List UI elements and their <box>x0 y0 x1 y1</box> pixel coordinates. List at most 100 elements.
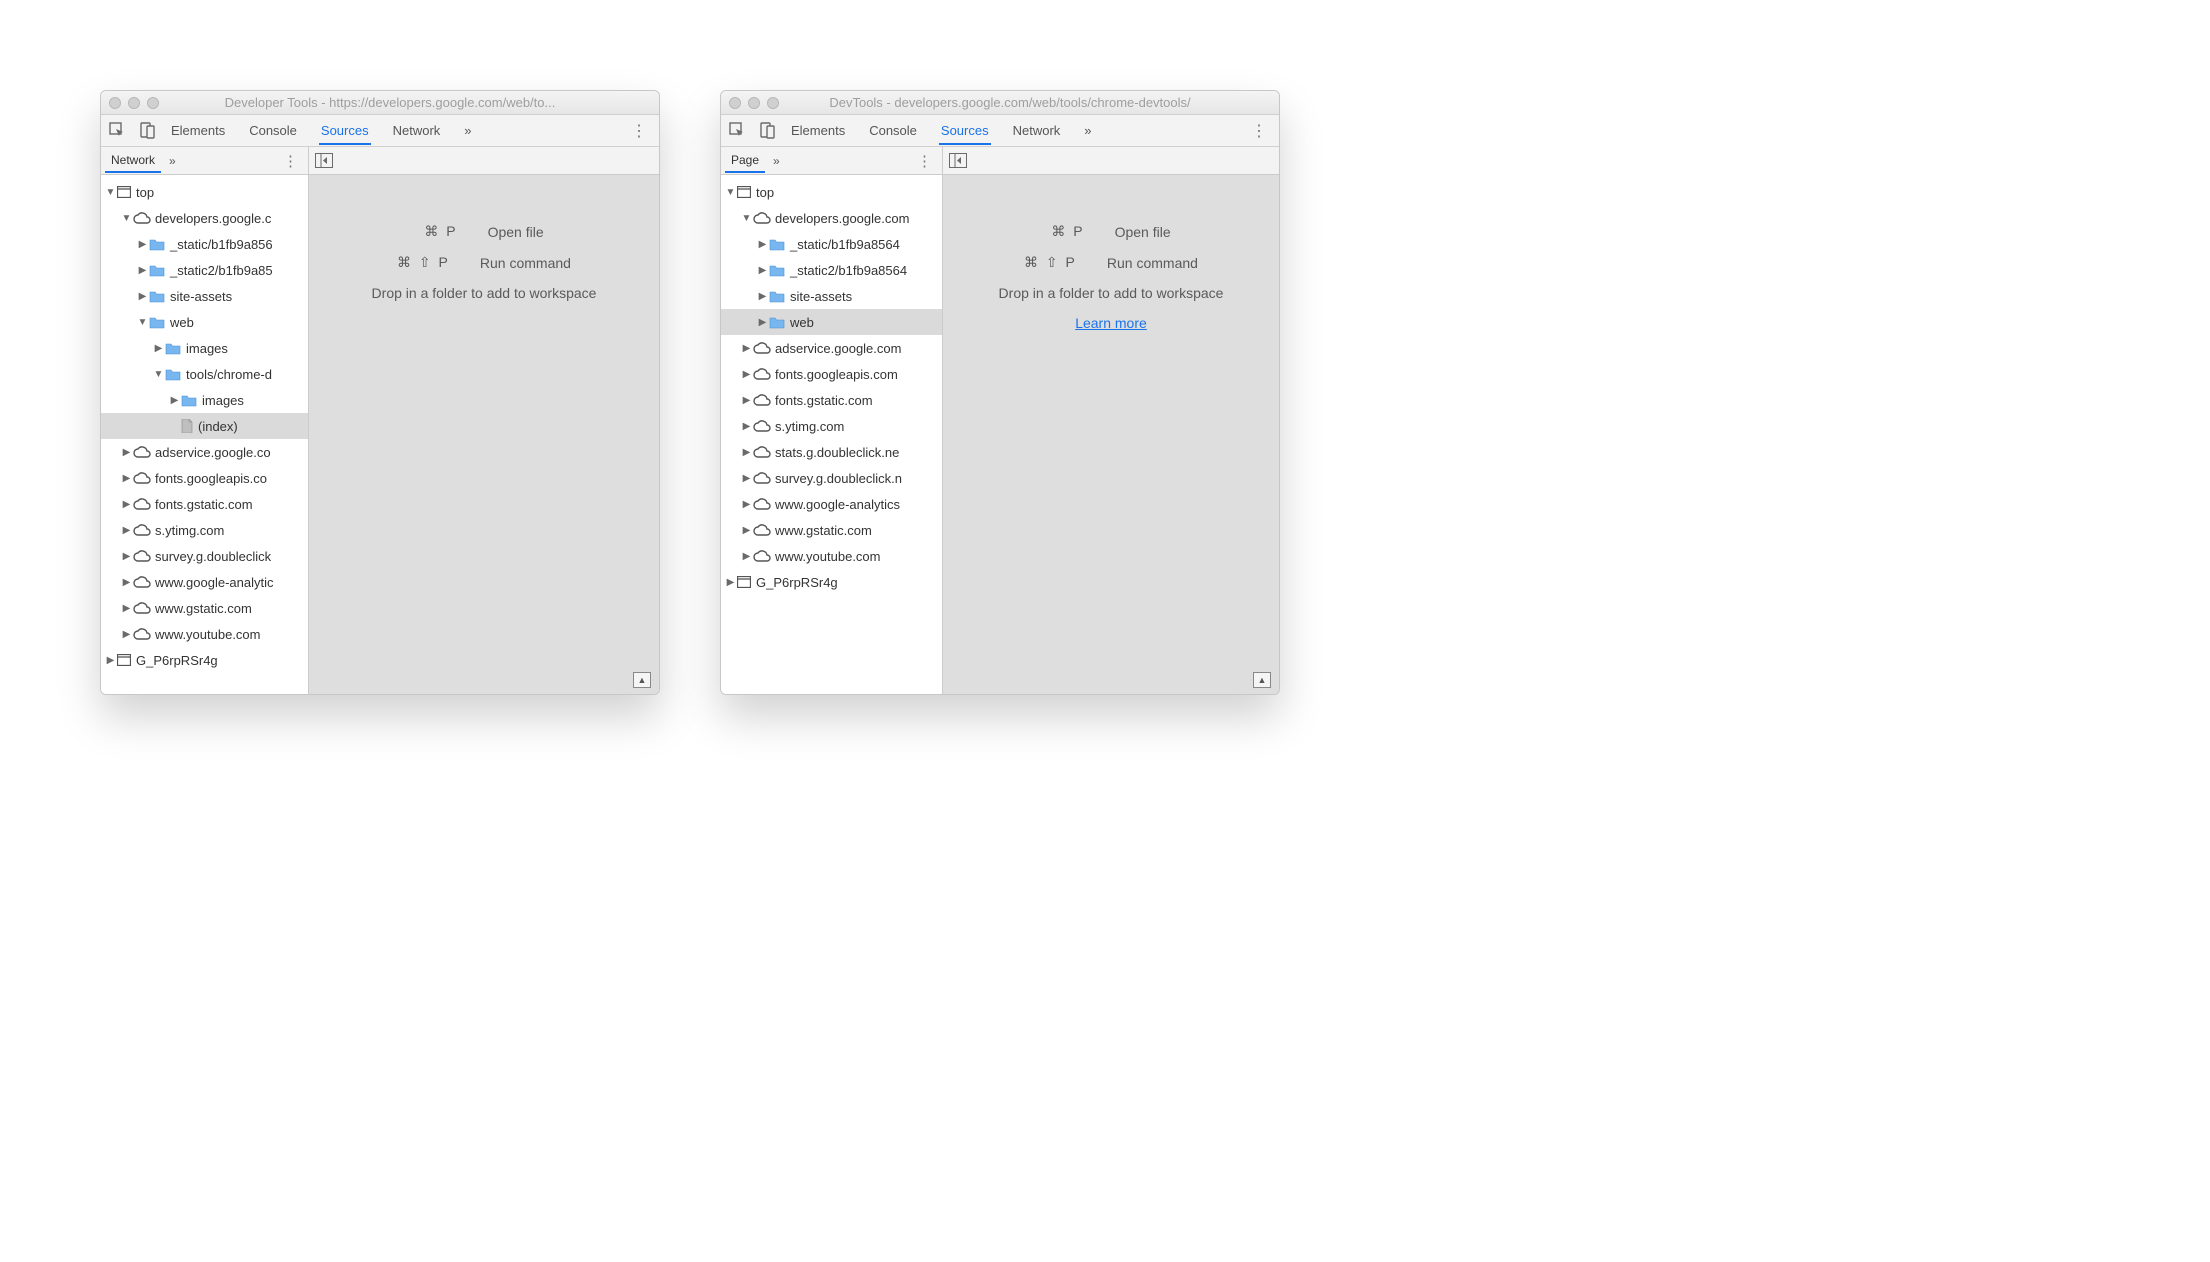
expand-arrow-icon[interactable]: ▶ <box>121 577 132 588</box>
device-icon[interactable] <box>760 122 775 139</box>
tab-elements[interactable]: Elements <box>169 117 227 144</box>
expand-arrow-icon[interactable]: ▶ <box>725 577 736 588</box>
tree-node[interactable]: ▶_static/b1fb9a8564 <box>721 231 942 257</box>
tree-node[interactable]: ▼developers.google.c <box>101 205 308 231</box>
expand-arrow-icon[interactable]: ▶ <box>121 499 132 510</box>
expand-arrow-icon[interactable]: ▶ <box>105 655 116 666</box>
expand-arrow-icon[interactable]: ▶ <box>741 499 752 510</box>
learn-more-link[interactable]: Learn more <box>1075 315 1147 331</box>
close-dot[interactable] <box>729 97 741 109</box>
tab-sources[interactable]: Sources <box>319 117 371 145</box>
expand-arrow-icon[interactable]: ▶ <box>137 265 148 276</box>
tree-node[interactable]: ▶fonts.gstatic.com <box>721 387 942 413</box>
expand-arrow-icon[interactable]: ▶ <box>121 603 132 614</box>
kebab-icon[interactable]: ⋮ <box>1247 121 1271 141</box>
expand-arrow-icon[interactable]: ▶ <box>121 551 132 562</box>
tab-network[interactable]: Network <box>1011 117 1063 144</box>
sidebar-kebab-icon[interactable]: ⋮ <box>277 152 304 170</box>
expand-arrow-icon[interactable]: ▶ <box>741 447 752 458</box>
tree-node[interactable]: ▶www.google-analytics <box>721 491 942 517</box>
sidebar-tab-more[interactable]: » <box>169 154 176 168</box>
sidebar-kebab-icon[interactable]: ⋮ <box>911 152 938 170</box>
file-tree[interactable]: ▼top▼developers.google.c▶_static/b1fb9a8… <box>101 175 308 694</box>
minimize-dot[interactable] <box>748 97 760 109</box>
tree-node[interactable]: ▶stats.g.doubleclick.ne <box>721 439 942 465</box>
drawer-toggle-icon[interactable]: ▲ <box>633 672 651 688</box>
expand-arrow-icon[interactable]: ▶ <box>741 473 752 484</box>
expand-arrow-icon[interactable]: ▼ <box>725 187 736 198</box>
tree-node[interactable]: ▼top <box>721 179 942 205</box>
tree-node[interactable]: ▶images <box>101 335 308 361</box>
sidebar-tab-more[interactable]: » <box>773 154 780 168</box>
expand-arrow-icon[interactable]: ▼ <box>153 369 164 380</box>
device-icon[interactable] <box>140 122 155 139</box>
tree-node[interactable]: ▶s.ytimg.com <box>101 517 308 543</box>
expand-arrow-icon[interactable]: ▼ <box>121 213 132 224</box>
tab-more[interactable]: » <box>1082 117 1093 144</box>
tree-node[interactable]: ▶images <box>101 387 308 413</box>
tree-node[interactable]: ▶fonts.googleapis.com <box>721 361 942 387</box>
tree-node[interactable]: ▶survey.g.doubleclick.n <box>721 465 942 491</box>
expand-arrow-icon[interactable]: ▶ <box>169 395 180 406</box>
expand-arrow-icon[interactable]: ▶ <box>121 473 132 484</box>
tree-node[interactable]: ▶www.youtube.com <box>101 621 308 647</box>
tree-node[interactable]: ▶adservice.google.com <box>721 335 942 361</box>
tab-network[interactable]: Network <box>391 117 443 144</box>
inspect-icon[interactable] <box>109 122 126 139</box>
expand-arrow-icon[interactable]: ▶ <box>741 395 752 406</box>
expand-arrow-icon[interactable]: ▶ <box>757 239 768 250</box>
tree-node[interactable]: ▶s.ytimg.com <box>721 413 942 439</box>
expand-arrow-icon[interactable]: ▶ <box>121 447 132 458</box>
file-tree[interactable]: ▼top▼developers.google.com▶_static/b1fb9… <box>721 175 942 694</box>
sidebar-tab-network[interactable]: Network <box>105 149 161 173</box>
minimize-dot[interactable] <box>128 97 140 109</box>
expand-arrow-icon[interactable]: ▶ <box>121 629 132 640</box>
tree-node[interactable]: ▶fonts.googleapis.co <box>101 465 308 491</box>
tree-node[interactable]: ▶site-assets <box>721 283 942 309</box>
tab-console[interactable]: Console <box>247 117 299 144</box>
tab-more[interactable]: » <box>462 117 473 144</box>
tree-node[interactable]: ▼tools/chrome-d <box>101 361 308 387</box>
tree-node[interactable]: ▶_static2/b1fb9a85 <box>101 257 308 283</box>
sidebar-tab-page[interactable]: Page <box>725 149 765 173</box>
tab-console[interactable]: Console <box>867 117 919 144</box>
kebab-icon[interactable]: ⋮ <box>627 121 651 141</box>
tree-node[interactable]: ▼top <box>101 179 308 205</box>
tree-node[interactable]: ▶_static2/b1fb9a8564 <box>721 257 942 283</box>
expand-arrow-icon[interactable]: ▼ <box>105 187 116 198</box>
tree-node[interactable]: ▼web <box>101 309 308 335</box>
tree-node[interactable]: ▶site-assets <box>101 283 308 309</box>
inspect-icon[interactable] <box>729 122 746 139</box>
expand-arrow-icon[interactable]: ▶ <box>757 317 768 328</box>
tree-node[interactable]: ▶www.gstatic.com <box>721 517 942 543</box>
expand-arrow-icon[interactable]: ▶ <box>153 343 164 354</box>
tree-node[interactable]: ▶G_P6rpRSr4g <box>101 647 308 673</box>
expand-arrow-icon[interactable]: ▶ <box>137 239 148 250</box>
tree-node[interactable]: ▶G_P6rpRSr4g <box>721 569 942 595</box>
expand-arrow-icon[interactable]: ▼ <box>137 317 148 328</box>
tree-node[interactable]: ▶survey.g.doubleclick <box>101 543 308 569</box>
close-dot[interactable] <box>109 97 121 109</box>
expand-arrow-icon[interactable]: ▶ <box>137 291 148 302</box>
expand-arrow-icon[interactable]: ▶ <box>757 265 768 276</box>
zoom-dot[interactable] <box>767 97 779 109</box>
tab-sources[interactable]: Sources <box>939 117 991 145</box>
tree-node[interactable]: ▶www.google-analytic <box>101 569 308 595</box>
expand-arrow-icon[interactable]: ▶ <box>121 525 132 536</box>
collapse-sidebar-icon[interactable] <box>315 153 333 168</box>
expand-arrow-icon[interactable]: ▶ <box>741 551 752 562</box>
drawer-toggle-icon[interactable]: ▲ <box>1253 672 1271 688</box>
expand-arrow-icon[interactable]: ▼ <box>741 213 752 224</box>
tree-node[interactable]: ▶www.youtube.com <box>721 543 942 569</box>
expand-arrow-icon[interactable]: ▶ <box>741 369 752 380</box>
zoom-dot[interactable] <box>147 97 159 109</box>
tree-node[interactable]: (index) <box>101 413 308 439</box>
expand-arrow-icon[interactable]: ▶ <box>741 525 752 536</box>
tree-node[interactable]: ▶www.gstatic.com <box>101 595 308 621</box>
tree-node[interactable]: ▶web <box>721 309 942 335</box>
tree-node[interactable]: ▶_static/b1fb9a856 <box>101 231 308 257</box>
tree-node[interactable]: ▶fonts.gstatic.com <box>101 491 308 517</box>
collapse-sidebar-icon[interactable] <box>949 153 967 168</box>
expand-arrow-icon[interactable]: ▶ <box>741 421 752 432</box>
expand-arrow-icon[interactable]: ▶ <box>741 343 752 354</box>
